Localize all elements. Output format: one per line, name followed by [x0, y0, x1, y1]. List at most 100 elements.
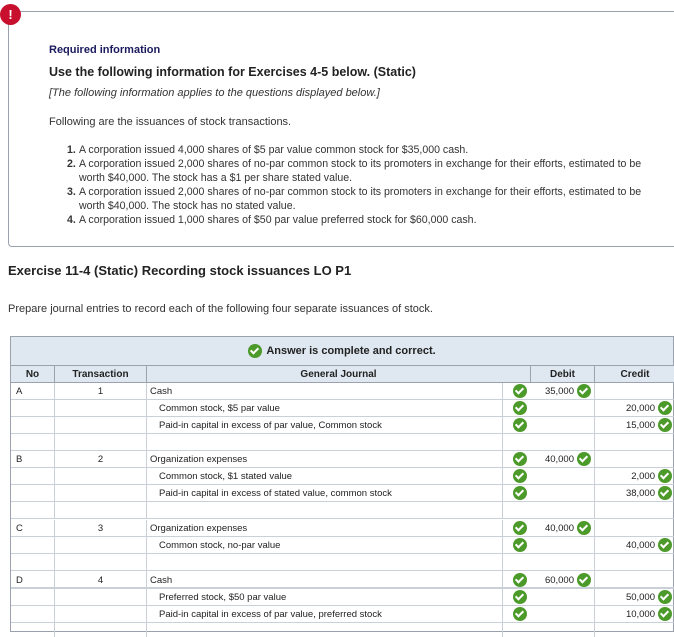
- check-icon: [513, 469, 527, 483]
- account-check-cell: [503, 589, 531, 606]
- header-credit: Credit: [595, 365, 674, 383]
- debit-field[interactable]: [531, 417, 595, 434]
- entry-no-cell: [11, 417, 55, 434]
- account-title-field[interactable]: Common stock, $5 par value: [147, 400, 503, 417]
- debit-value: 35,000: [544, 386, 574, 397]
- transactions-intro: Following are the issuances of stock tra…: [49, 116, 292, 128]
- credit-value: 38,000: [625, 488, 655, 499]
- account-title-field[interactable]: [147, 434, 503, 451]
- entry-no: C: [11, 520, 55, 537]
- account-check-cell: [503, 623, 531, 637]
- debit-field[interactable]: 60,000: [531, 572, 595, 589]
- account-title-field[interactable]: Common stock, no-par value: [147, 537, 503, 554]
- debit-field[interactable]: 40,000: [531, 451, 595, 468]
- debit-field[interactable]: 40,000: [531, 520, 595, 537]
- account-title-field[interactable]: [147, 554, 503, 571]
- debit-field[interactable]: [531, 606, 595, 623]
- check-icon: [658, 401, 672, 415]
- account-title-field[interactable]: Organization expenses: [147, 520, 503, 537]
- account-check-cell: [503, 400, 531, 417]
- entry-no-cell: [11, 554, 55, 571]
- required-information-panel: Required information Use the following i…: [8, 11, 674, 247]
- entry-no-cell: [11, 400, 55, 417]
- credit-field[interactable]: [595, 554, 674, 571]
- entry-transaction: 1: [55, 383, 147, 400]
- entry-no-cell: [11, 623, 55, 637]
- account-title-field[interactable]: Organization expenses: [147, 451, 503, 468]
- credit-field[interactable]: [595, 502, 674, 519]
- entry-transaction-cell: [55, 434, 147, 451]
- debit-field[interactable]: [531, 485, 595, 502]
- account-check-cell: [503, 468, 531, 485]
- entry-no-cell: [11, 589, 55, 606]
- check-icon: [513, 521, 527, 535]
- credit-value: 2,000: [631, 471, 655, 482]
- credit-value: 40,000: [625, 540, 655, 551]
- debit-field[interactable]: [531, 623, 595, 637]
- credit-field[interactable]: [595, 520, 674, 537]
- check-icon: [513, 452, 527, 466]
- credit-field[interactable]: [595, 434, 674, 451]
- account-title-field[interactable]: Paid-in capital in excess of par value, …: [147, 606, 503, 623]
- required-information-title: Required information: [49, 44, 161, 56]
- check-icon: [658, 469, 672, 483]
- debit-field[interactable]: [531, 537, 595, 554]
- account-title-field[interactable]: Cash: [147, 383, 503, 400]
- entry-transaction-cell: [55, 468, 147, 485]
- check-icon: [248, 344, 263, 358]
- account-title-field[interactable]: [147, 623, 503, 637]
- check-icon: [577, 452, 591, 466]
- entry-transaction-cell: [55, 537, 147, 554]
- credit-field[interactable]: 40,000: [595, 537, 674, 554]
- credit-field[interactable]: 2,000: [595, 468, 674, 485]
- credit-field[interactable]: 20,000: [595, 400, 674, 417]
- credit-field[interactable]: 50,000: [595, 589, 674, 606]
- account-title-field[interactable]: [147, 502, 503, 519]
- debit-value: 60,000: [544, 575, 574, 586]
- credit-field[interactable]: [595, 383, 674, 400]
- header-transaction: Transaction: [55, 365, 147, 383]
- check-icon: [513, 486, 527, 500]
- credit-field[interactable]: 15,000: [595, 417, 674, 434]
- check-icon: [658, 486, 672, 500]
- entry-no-cell: [11, 606, 55, 623]
- account-check-cell: [503, 537, 531, 554]
- entry-transaction: 4: [55, 572, 147, 589]
- account-title-field[interactable]: Paid-in capital in excess of par value, …: [147, 417, 503, 434]
- debit-field[interactable]: 35,000: [531, 383, 595, 400]
- check-icon: [513, 607, 527, 621]
- debit-field[interactable]: [531, 434, 595, 451]
- account-title-field[interactable]: Preferred stock, $50 par value: [147, 589, 503, 606]
- check-icon: [513, 418, 527, 432]
- debit-value: 40,000: [544, 454, 574, 465]
- debit-field[interactable]: [531, 468, 595, 485]
- account-check-cell: [503, 502, 531, 519]
- debit-field[interactable]: [531, 502, 595, 519]
- answer-status-text: Answer is complete and correct.: [266, 345, 436, 357]
- credit-field[interactable]: 38,000: [595, 485, 674, 502]
- journal-table: Answer is complete and correct. No Trans…: [10, 336, 674, 637]
- credit-field[interactable]: [595, 623, 674, 637]
- account-check-cell: [503, 485, 531, 502]
- account-title-field[interactable]: Paid-in capital in excess of stated valu…: [147, 485, 503, 502]
- entry-transaction-cell: [55, 502, 147, 519]
- credit-field[interactable]: [595, 451, 674, 468]
- entry-no-cell: [11, 468, 55, 485]
- debit-field[interactable]: [531, 589, 595, 606]
- credit-value: 10,000: [625, 609, 655, 620]
- credit-field[interactable]: 10,000: [595, 606, 674, 623]
- debit-field[interactable]: [531, 400, 595, 417]
- credit-value: 50,000: [625, 592, 655, 603]
- account-title-field[interactable]: Common stock, $1 stated value: [147, 468, 503, 485]
- debit-field[interactable]: [531, 554, 595, 571]
- check-icon: [513, 401, 527, 415]
- account-title-field[interactable]: Cash: [147, 572, 503, 589]
- header-general-journal: General Journal: [147, 365, 531, 383]
- entry-no: B: [11, 451, 55, 468]
- credit-value: 20,000: [625, 403, 655, 414]
- entry-no: A: [11, 383, 55, 400]
- credit-field[interactable]: [595, 572, 674, 589]
- check-icon: [513, 573, 527, 587]
- entry-transaction: 2: [55, 451, 147, 468]
- entry-transaction-cell: [55, 485, 147, 502]
